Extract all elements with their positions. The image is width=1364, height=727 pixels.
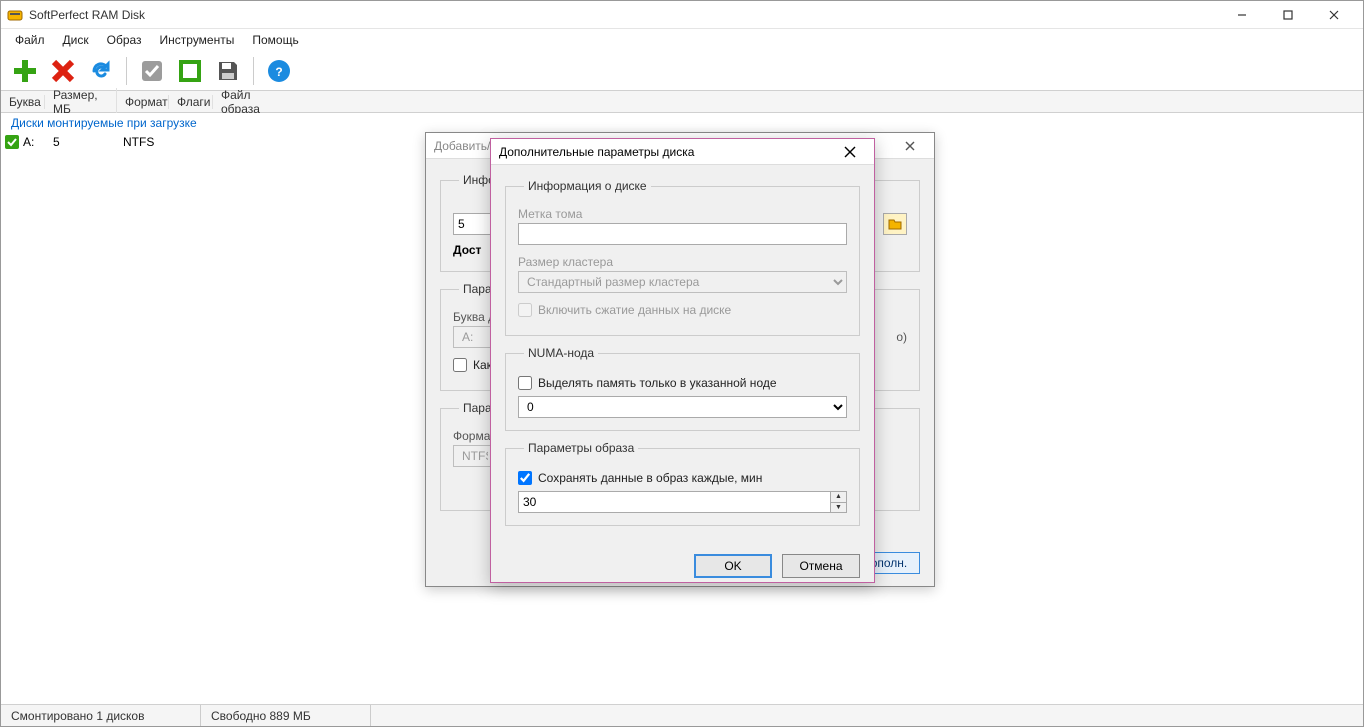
maximize-button[interactable]: [1265, 1, 1311, 29]
cluster-size-select[interactable]: Стандартный размер кластера: [518, 271, 847, 293]
col-imagefile[interactable]: Файл образа: [213, 88, 293, 116]
spinner-buttons: ▲ ▼: [831, 491, 847, 513]
numa-legend: NUMA-нода: [524, 346, 598, 360]
col-size[interactable]: Размер, МБ: [45, 88, 117, 116]
group-boot-mount[interactable]: Диски монтируемые при загрузке: [1, 113, 1363, 133]
help-button[interactable]: ?: [263, 55, 295, 87]
menu-image[interactable]: Образ: [99, 31, 150, 49]
svg-text:?: ?: [275, 65, 282, 79]
cell-letter: A:: [19, 135, 49, 149]
refresh-button[interactable]: [85, 55, 117, 87]
app-icon: [7, 7, 23, 23]
spin-down[interactable]: ▼: [831, 503, 846, 513]
save-every-label: Сохранять данные в образ каждые, мин: [538, 471, 762, 485]
as-checkbox[interactable]: [453, 358, 467, 372]
advanced-params-dialog: Дополнительные параметры диска Информаци…: [490, 138, 875, 583]
check-icon: [5, 135, 19, 149]
browse-button[interactable]: [883, 213, 907, 235]
status-bar: Смонтировано 1 дисков Свободно 889 МБ: [1, 704, 1363, 726]
cancel-button[interactable]: Отмена: [782, 554, 860, 578]
app-title: SoftPerfect RAM Disk: [29, 8, 1219, 22]
toolbar: ?: [1, 51, 1363, 91]
ok-button[interactable]: OK: [694, 554, 772, 578]
adv-dialog-button-row: OK Отмена: [491, 544, 874, 588]
save-every-row[interactable]: Сохранять данные в образ каждые, мин: [518, 471, 847, 485]
compress-row[interactable]: Включить сжатие данных на диске: [518, 303, 847, 317]
dialog-close-button[interactable]: [894, 136, 926, 156]
spin-up[interactable]: ▲: [831, 492, 846, 503]
menu-file[interactable]: Файл: [7, 31, 53, 49]
save-every-checkbox[interactable]: [518, 471, 532, 485]
numa-check-row[interactable]: Выделять память только в указанной ноде: [518, 376, 847, 390]
col-letter[interactable]: Буква: [1, 95, 45, 109]
compress-checkbox[interactable]: [518, 303, 532, 317]
numa-check-label: Выделять память только в указанной ноде: [538, 376, 777, 390]
image-params-legend: Параметры образа: [524, 441, 638, 455]
title-bar: SoftPerfect RAM Disk: [1, 1, 1363, 29]
volume-label-input[interactable]: [518, 223, 847, 245]
list-header: Буква Размер, МБ Формат Флаги Файл образ…: [1, 91, 1363, 113]
compress-label: Включить сжатие данных на диске: [538, 303, 731, 317]
toolbar-separator-2: [253, 57, 254, 85]
save-button[interactable]: [212, 55, 244, 87]
remove-button[interactable]: [47, 55, 79, 87]
cluster-size-label: Размер кластера: [518, 255, 847, 269]
menu-bar: Файл Диск Образ Инструменты Помощь: [1, 29, 1363, 51]
menu-tools[interactable]: Инструменты: [152, 31, 243, 49]
cell-size: 5: [49, 135, 119, 149]
mount-button[interactable]: [174, 55, 206, 87]
o-paren-text: о): [896, 330, 907, 344]
status-mounted: Смонтировано 1 дисков: [1, 705, 201, 726]
disk-info-legend: Информация о диске: [524, 179, 651, 193]
fieldset-disk-info: Информация о диске Метка тома Размер кла…: [505, 179, 860, 336]
adv-dialog-body: Информация о диске Метка тома Размер кла…: [491, 165, 874, 544]
minimize-button[interactable]: [1219, 1, 1265, 29]
adv-dialog-close-button[interactable]: [834, 142, 866, 162]
menu-help[interactable]: Помощь: [244, 31, 306, 49]
window-buttons: [1219, 1, 1357, 29]
fieldset-image-params: Параметры образа Сохранять данные в обра…: [505, 441, 860, 526]
fieldset-numa: NUMA-нода Выделять память только в указа…: [505, 346, 860, 431]
status-free: Свободно 889 МБ: [201, 705, 371, 726]
cell-format: NTFS: [119, 135, 175, 149]
adv-dialog-title: Дополнительные параметры диска: [499, 145, 694, 159]
save-interval-input[interactable]: [518, 491, 831, 513]
col-format[interactable]: Формат: [117, 95, 169, 109]
toolbar-separator: [126, 57, 127, 85]
save-interval-spinner: ▲ ▼: [518, 491, 847, 513]
numa-checkbox[interactable]: [518, 376, 532, 390]
volume-label-label: Метка тома: [518, 207, 847, 221]
menu-disk[interactable]: Диск: [55, 31, 97, 49]
close-button[interactable]: [1311, 1, 1357, 29]
apply-button[interactable]: [136, 55, 168, 87]
col-flags[interactable]: Флаги: [169, 95, 213, 109]
adv-dialog-title-bar[interactable]: Дополнительные параметры диска: [491, 139, 874, 165]
numa-node-select[interactable]: 0: [518, 396, 847, 418]
add-button[interactable]: [9, 55, 41, 87]
